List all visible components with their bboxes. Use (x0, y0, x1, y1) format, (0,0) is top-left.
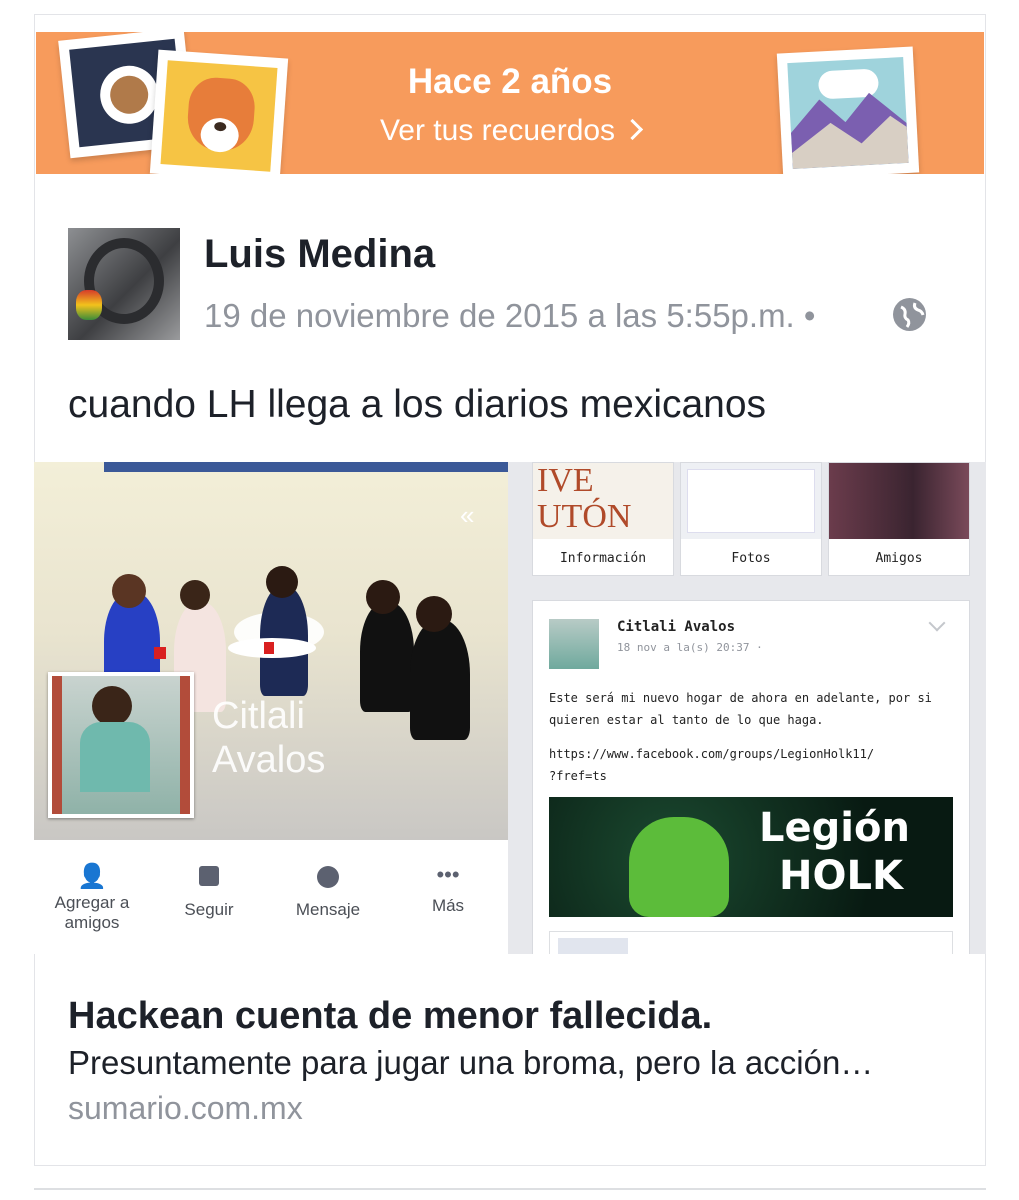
more-label: Más (431, 896, 465, 915)
memories-title: Hace 2 años (407, 62, 613, 101)
follow-icon (199, 866, 219, 886)
timestamp-text: 19 de noviembre de 2015 a las 5:55p.m. (204, 297, 795, 334)
inner-post: Citlali Avalos 18 nov a la(s) 20:37 · Es… (532, 600, 970, 954)
link-title[interactable]: Hackean cuenta de menor fallecida. (68, 995, 712, 1038)
globe-icon (893, 298, 926, 331)
inner-post-url-1[interactable]: https://www.facebook.com/groups/LegionHo… (549, 747, 874, 761)
add-friend-icon: 👤 (77, 863, 107, 890)
profile-first-name: Citlali (212, 695, 305, 737)
inner-post-text: Este será mi nuevo hogar de ahora en ade… (549, 691, 932, 727)
hulk-figure (629, 817, 729, 917)
follow-label: Seguir (184, 900, 234, 919)
see-memories-label: Ver tus recuerdos (379, 114, 616, 147)
right-panel: IVEUTÓNAMA Información Fotos Amigos Citl… (514, 462, 986, 954)
add-friend-label: Agregar a amigos (54, 893, 130, 932)
profile-actions: 👤 Agregar a amigos Seguir Mensaje ••• Má… (34, 862, 508, 942)
profile-panel: « Citlali Avalos 👤 Agregar a amigos Segu… (34, 462, 508, 954)
inner-post-avatar[interactable] (549, 619, 599, 669)
tab-friends[interactable]: Amigos (828, 462, 970, 576)
profile-last-name: Avalos (212, 739, 326, 781)
meta-separator: • (803, 297, 816, 334)
more-button[interactable]: ••• Más (388, 862, 508, 942)
collapse-icon: « (460, 500, 475, 530)
profile-name: Citlali Avalos (212, 694, 325, 782)
inner-post-url-2[interactable]: ?fref=ts (549, 769, 607, 783)
tab-photos[interactable]: Fotos (680, 462, 822, 576)
tab-information-label: Información (559, 551, 647, 566)
tab-information[interactable]: IVEUTÓNAMA Información (532, 462, 674, 576)
chevron-right-icon (621, 118, 644, 141)
memories-banner[interactable]: Hace 2 años Ver tus recuerdos (36, 32, 984, 174)
inner-post-timestamp: 18 nov a la(s) 20:37 · (617, 641, 763, 654)
post-text: cuando LH llega a los diarios mexicanos (68, 383, 767, 426)
link-domain: sumario.com.mx (68, 1090, 303, 1126)
see-memories-link[interactable]: Ver tus recuerdos (36, 114, 984, 148)
tab-photos-label: Fotos (731, 551, 771, 566)
post-image[interactable]: « Citlali Avalos 👤 Agregar a amigos Segu… (34, 462, 986, 954)
divider (34, 1188, 986, 1190)
author-name[interactable]: Luis Medina (204, 232, 435, 277)
message-button[interactable]: Mensaje (268, 862, 388, 942)
inner-post-link-card[interactable] (549, 931, 953, 954)
author-avatar[interactable] (68, 228, 180, 340)
inner-post-chevron-icon[interactable] (928, 614, 946, 632)
link-description: Presuntamente para jugar una broma, pero… (68, 1044, 874, 1081)
inner-post-author[interactable]: Citlali Avalos (617, 619, 735, 635)
banner-word-2: HOLK (779, 853, 903, 899)
legion-holk-banner[interactable]: Legión HOLK (549, 797, 953, 917)
follow-button[interactable]: Seguir (150, 862, 268, 942)
profile-picture[interactable] (48, 672, 194, 818)
post-timestamp[interactable]: 19 de noviembre de 2015 a las 5:55p.m. • (204, 297, 815, 335)
more-icon: ••• (436, 862, 460, 887)
add-friend-button[interactable]: 👤 Agregar a amigos (34, 862, 150, 942)
tab-friends-label: Amigos (875, 551, 923, 566)
message-label: Mensaje (295, 900, 361, 919)
banner-word-1: Legión (759, 805, 910, 851)
messenger-icon (317, 866, 339, 888)
